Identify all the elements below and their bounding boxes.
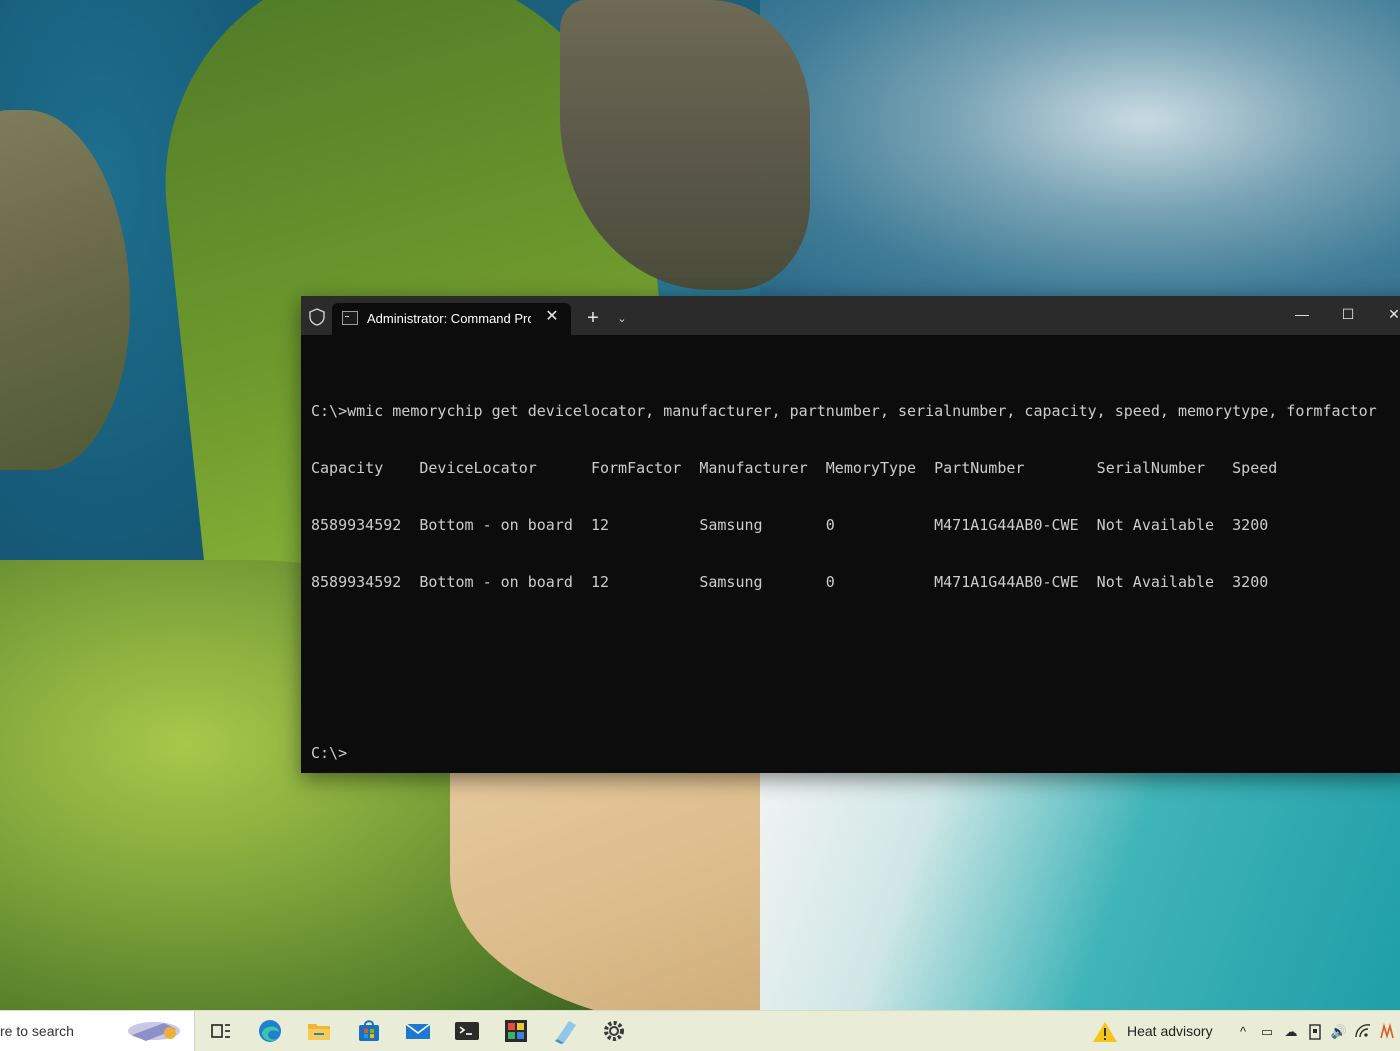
pen-icon[interactable] <box>1378 1023 1396 1041</box>
cmd-icon <box>342 311 358 325</box>
mail-icon[interactable] <box>402 1015 434 1047</box>
search-highlight-icon <box>128 1022 180 1041</box>
console-line: C:\>wmic memorychip get devicelocator, m… <box>311 402 1377 420</box>
terminal-titlebar[interactable]: Administrator: Command Prompt ✕ + ⌄ — ☐ … <box>301 296 1400 335</box>
tab-command-prompt[interactable]: Administrator: Command Prompt ✕ <box>332 303 571 335</box>
wifi-icon[interactable] <box>1354 1023 1372 1041</box>
close-button[interactable]: ✕ <box>1371 296 1400 332</box>
device-icon[interactable] <box>1306 1023 1324 1041</box>
taskbar: re to search Heat advisory ^ ▭ ☁ 🔊 <box>0 1010 1400 1051</box>
chevron-down-icon[interactable]: ⌄ <box>613 310 631 328</box>
tab-title: Administrator: Command Prompt <box>367 311 531 326</box>
maximize-button[interactable]: ☐ <box>1325 296 1371 332</box>
search-placeholder: re to search <box>0 1023 74 1039</box>
app-icon[interactable] <box>500 1015 532 1047</box>
new-tab-button[interactable]: + <box>581 308 605 330</box>
wallpaper-ocean-right <box>760 0 1400 300</box>
minimize-button[interactable]: — <box>1279 296 1325 332</box>
edge-icon[interactable] <box>254 1015 286 1047</box>
tab-close-button[interactable]: ✕ <box>542 307 562 327</box>
notepad-icon[interactable] <box>549 1015 581 1047</box>
console-line: 8589934592 Bottom - on board 12 Samsung … <box>311 516 1269 534</box>
volume-icon[interactable]: 🔊 <box>1330 1023 1348 1041</box>
file-explorer-icon[interactable] <box>303 1015 335 1047</box>
store-icon[interactable] <box>353 1015 385 1047</box>
terminal-window[interactable]: Administrator: Command Prompt ✕ + ⌄ — ☐ … <box>301 296 1400 773</box>
wallpaper-surf <box>760 770 1400 1010</box>
search-box[interactable]: re to search <box>0 1011 195 1051</box>
terminal-icon[interactable] <box>451 1015 483 1047</box>
settings-icon[interactable] <box>598 1015 630 1047</box>
chevron-up-icon[interactable]: ^ <box>1234 1023 1252 1041</box>
warning-icon[interactable] <box>1092 1020 1118 1044</box>
console-prompt: C:\> <box>311 744 348 762</box>
shield-icon <box>309 308 325 326</box>
console-line: 8589934592 Bottom - on board 12 Samsung … <box>311 573 1269 591</box>
task-view-icon[interactable] <box>204 1015 236 1047</box>
console-line: Capacity DeviceLocator FormFactor Manufa… <box>311 459 1278 477</box>
weather-text[interactable]: Heat advisory <box>1127 1023 1213 1039</box>
console-output[interactable]: C:\>wmic memorychip get devicelocator, m… <box>311 364 1400 773</box>
onedrive-icon[interactable]: ☁ <box>1282 1023 1300 1041</box>
battery-icon[interactable]: ▭ <box>1258 1023 1276 1041</box>
